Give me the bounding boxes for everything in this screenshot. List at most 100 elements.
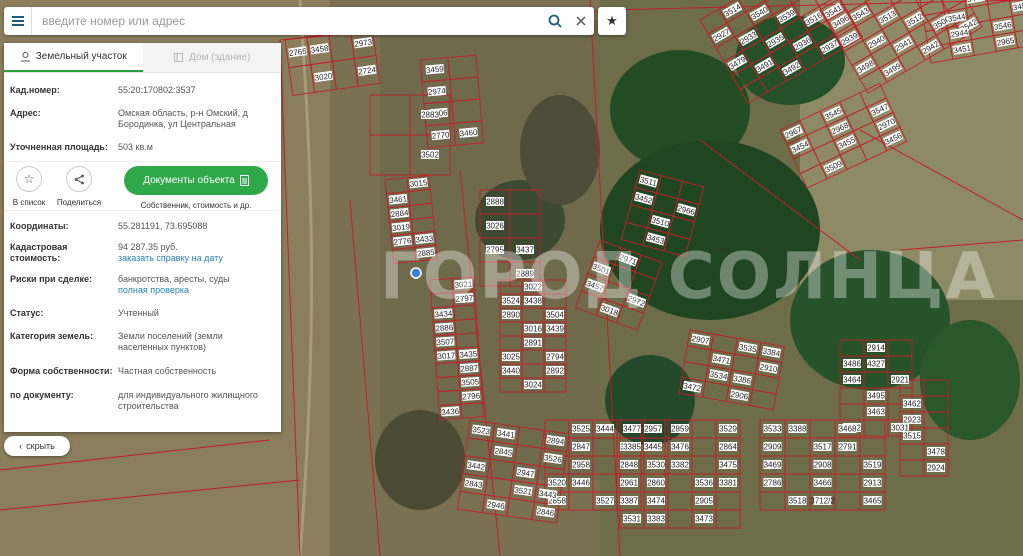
parcel-number: 3463	[867, 408, 885, 417]
parcel-number-label: 3436	[440, 406, 460, 417]
risks-value: банкротства, аресты, суды	[118, 274, 230, 284]
parcel-number-label: 3468	[838, 424, 857, 434]
parcel-number-label: 3533	[763, 424, 782, 434]
chevron-left-icon: ‹	[19, 441, 23, 451]
star-icon: ☆	[16, 166, 42, 192]
parcel-number-label: 3525	[572, 424, 590, 434]
clear-button[interactable]	[568, 7, 594, 35]
parcel-number-label: 3476	[671, 442, 689, 452]
parcel-number: 2961	[620, 479, 638, 488]
parcel-number-label: 3464	[843, 375, 861, 385]
area-row: Уточненная площадь: 503 кв.м	[4, 142, 281, 153]
field-label: Адрес:	[10, 108, 41, 118]
menu-button[interactable]	[4, 7, 32, 35]
parcel-number-label: 3527	[596, 496, 614, 506]
parcel-number-label: 3475	[719, 460, 737, 470]
order-certificate-link[interactable]: заказать справку на дату	[118, 253, 275, 264]
coords-row: Координаты: 55.281191, 73.695088	[4, 221, 281, 232]
tab-building[interactable]: Дом (здание)	[142, 43, 281, 72]
field-label: Статус:	[10, 308, 44, 318]
full-check-link[interactable]: полная проверка	[118, 285, 275, 296]
parcel-number-label: 3469	[763, 460, 782, 470]
parcel-number-label: 2887	[459, 362, 479, 374]
parcel-number-label: 3459	[425, 63, 445, 75]
parcel-number: 2887	[460, 363, 479, 373]
status-row: Статус: Учтенный	[4, 308, 281, 319]
parcel-number-label: 2847	[572, 442, 590, 452]
search-button[interactable]	[542, 7, 568, 35]
risks-block: банкротства, аресты, суды полная проверк…	[118, 274, 275, 296]
parcel-number: 2886	[435, 323, 454, 333]
parcel-number: 3465	[864, 497, 882, 506]
parcel-number-label: 3381	[719, 478, 737, 488]
parcel-number: 3468	[839, 425, 857, 434]
parcel-number: 2958	[572, 461, 590, 470]
share-button[interactable]: Поделиться	[54, 162, 104, 207]
action-label: Поделиться	[56, 198, 102, 207]
parcel-number-label: 3518	[788, 496, 807, 506]
cadastral-row: Кад.номер: 55:20:170802:3537	[4, 85, 281, 96]
parcel-number: 3440	[502, 367, 520, 376]
tab-land-parcel[interactable]: Земельный участок	[4, 43, 143, 72]
parcel-number-label: 2914	[867, 343, 885, 353]
parcel-number: 2905	[695, 497, 713, 506]
parcel-number-label: 3440	[502, 366, 520, 376]
field-label: Уточненная площадь:	[10, 142, 108, 152]
parcel-number: 3460	[459, 128, 478, 139]
menu-icon	[11, 16, 24, 26]
cost-value: 94 287.35 руб.	[118, 242, 178, 252]
parcel-number: 3459	[426, 64, 445, 75]
parcel-number-label: 2961	[620, 478, 638, 488]
parcel-number: 2859	[671, 425, 689, 434]
hide-label: скрыть	[26, 441, 55, 451]
parcel-number-label: 3017	[437, 350, 456, 361]
parcel-number: 3436	[441, 407, 460, 417]
parcel-number-label: 2888	[486, 197, 504, 207]
parcel-number: 3475	[719, 461, 737, 470]
parcel-number: 3466	[814, 479, 832, 488]
parcel-number: 2909	[764, 443, 782, 452]
parcel-number: 3388	[789, 425, 807, 434]
parcel-number: 2794	[546, 353, 564, 362]
parcel-number-label: 3519	[863, 460, 882, 470]
parcel-number-label: 3461	[388, 193, 408, 205]
parcel-number-label: 2796	[461, 390, 481, 402]
location-icon	[20, 52, 30, 62]
parcel-number-label: 3529	[719, 424, 737, 434]
parcel-number: 3517	[814, 443, 832, 452]
parcel-number-label: 3024	[524, 380, 542, 390]
cost-row: Кадастровая стоимость: 94 287.35 руб. за…	[4, 242, 281, 264]
parcel-number-label: 3439	[546, 324, 564, 334]
parcel-number-label: 2848	[620, 460, 638, 470]
parcel-number: 2770	[431, 130, 450, 141]
parcel-number-label: 3477	[623, 424, 641, 434]
parcel-number-label: 2957	[644, 424, 662, 434]
search-input[interactable]	[32, 8, 542, 34]
parcel-number: 3533	[764, 425, 782, 434]
parcel-number: 2847	[572, 443, 590, 452]
favorite-button[interactable]: ★	[598, 7, 626, 35]
parcel-number-label: 3463	[867, 407, 885, 417]
parcel-number: 2957	[644, 425, 662, 434]
cadastral-number[interactable]: 55:20:170802:3537	[118, 85, 275, 96]
parcel-number-label: 3531	[623, 514, 641, 524]
parcel-number-label: 3465	[863, 496, 882, 506]
parcel-number-label: 3460	[459, 127, 478, 138]
parcel-number: 3502	[421, 151, 439, 160]
risks-row: Риски при сделке: банкротства, аресты, с…	[4, 274, 281, 296]
parcel-number: 3019	[392, 222, 411, 233]
parcel-number-label: 3385	[623, 442, 641, 452]
search-bar	[4, 7, 594, 35]
parcel-number-label: 2923	[903, 415, 921, 425]
parcel-number-label: 3383	[647, 514, 665, 524]
parcel-number-label: 2864	[719, 442, 737, 452]
hide-panel-button[interactable]: ‹ скрыть	[4, 436, 70, 456]
parcel-number: 3462	[903, 400, 921, 409]
parcel-number: 3016	[524, 325, 542, 334]
parcel-number-label: 3466	[813, 478, 832, 488]
add-to-list-button[interactable]: ☆ В список	[4, 162, 54, 207]
parcel-number-label: 2909	[763, 442, 782, 452]
parcel-number: 3383	[647, 515, 665, 524]
forest-area	[375, 410, 465, 510]
object-documents-button[interactable]: Документы объекта	[124, 166, 268, 195]
